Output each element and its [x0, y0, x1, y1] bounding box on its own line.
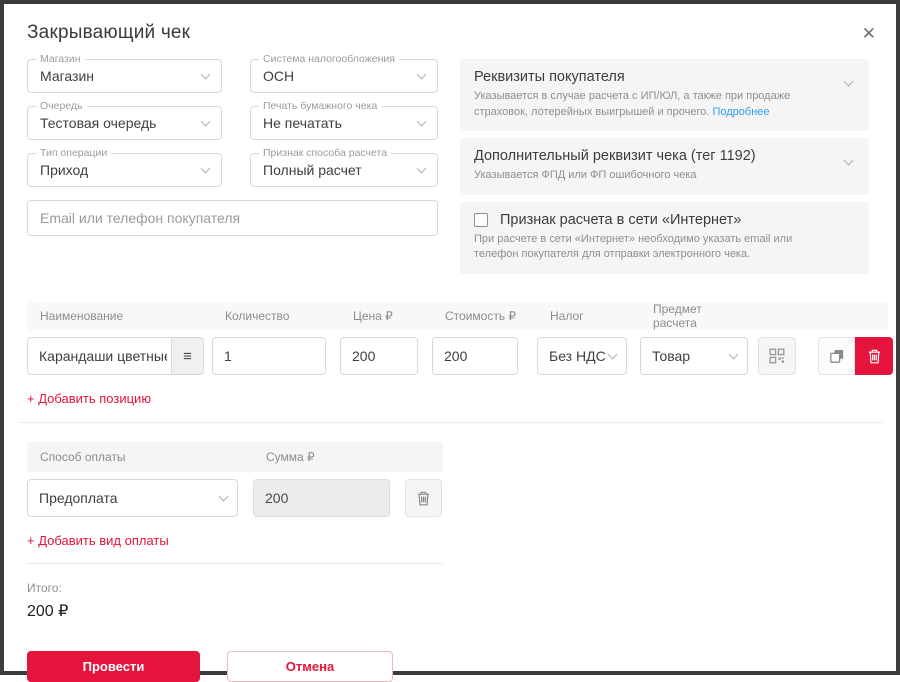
items-table: Наименование Количество Цена ₽ Стоимость… [27, 302, 888, 423]
chevron-down-icon [201, 116, 211, 126]
item-tax-select[interactable]: Без НДС [537, 337, 627, 375]
delete-payment-button[interactable] [405, 479, 442, 517]
hamburger-icon: ≡ [183, 348, 192, 365]
paper-print-select[interactable]: Печать бумажного чека Не печатать [250, 106, 438, 140]
copy-item-button[interactable] [818, 337, 855, 375]
modal-actions: Провести Отмена [27, 651, 888, 682]
operation-type-select[interactable]: Тип операции Приход [27, 153, 222, 187]
chevron-down-icon [729, 349, 739, 359]
total-label: Итого: [27, 581, 888, 595]
item-cost-input[interactable] [432, 337, 518, 375]
internet-payment-panel: Признак расчета в сети «Интернет» При ра… [460, 202, 869, 274]
queue-select[interactable]: Очередь Тестовая очередь [27, 106, 222, 140]
payment-method-value: Предоплата [39, 490, 118, 506]
queue-select-label: Очередь [36, 100, 87, 112]
add-item-link[interactable]: + Добавить позицию [27, 391, 151, 406]
chevron-down-icon [219, 491, 229, 501]
buyer-details-title: Реквизиты покупателя [474, 69, 855, 85]
payment-attribute-select[interactable]: Признак способа расчета Полный расчет [250, 153, 438, 187]
operation-type-select-label: Тип операции [36, 147, 111, 159]
internet-checkbox[interactable] [474, 213, 488, 227]
marking-code-button[interactable] [758, 337, 796, 375]
store-select[interactable]: Магазин Магазин [27, 59, 222, 93]
buyer-details-panel[interactable]: Реквизиты покупателя Указывается в случа… [460, 59, 869, 131]
queue-select-value: Тестовая очередь [40, 115, 156, 131]
internet-checkbox-description: При расчете в сети «Интернет» необходимо… [474, 232, 855, 263]
paper-print-select-value: Не печатать [263, 115, 342, 131]
divider [27, 563, 443, 564]
col-header-cost: Стоимость ₽ [432, 309, 518, 323]
payment-method-select[interactable]: Предоплата [27, 479, 238, 517]
add-payment-link[interactable]: + Добавить вид оплаты [27, 533, 169, 548]
store-select-label: Магазин [36, 53, 85, 65]
item-subject-value: Товар [652, 348, 690, 364]
total-value: 200 ₽ [27, 601, 888, 621]
submit-button[interactable]: Провести [27, 651, 200, 682]
payment-row: Предоплата [27, 479, 888, 517]
payment-attribute-select-value: Полный расчет [263, 162, 362, 178]
operation-type-select-value: Приход [40, 162, 88, 178]
chevron-down-icon [608, 349, 618, 359]
additional-attribute-description: Указывается ФПД или ФП ошибочного чека [474, 168, 855, 184]
chevron-down-icon [201, 69, 211, 79]
col-header-name: Наименование [27, 309, 205, 323]
item-price-input[interactable] [340, 337, 418, 375]
trash-icon [868, 349, 881, 364]
receipt-settings-form: Магазин Магазин Система налогообложения … [27, 59, 438, 274]
item-subject-select[interactable]: Товар [640, 337, 748, 375]
delete-item-button[interactable] [855, 337, 893, 375]
cancel-button[interactable]: Отмена [227, 651, 393, 682]
chevron-down-icon [417, 116, 427, 126]
items-table-header: Наименование Количество Цена ₽ Стоимость… [27, 302, 888, 330]
more-info-link[interactable]: Подробнее [712, 106, 769, 118]
item-tax-value: Без НДС [549, 348, 606, 364]
buyer-contact-input[interactable] [27, 200, 438, 236]
item-quantity-input[interactable] [212, 337, 326, 375]
closing-receipt-modal: { "modal": { "title": "Закрывающий чек",… [0, 0, 900, 675]
buyer-details-description: Указывается в случае расчета с ИП/ЮЛ, а … [474, 89, 855, 120]
store-select-value: Магазин [40, 68, 94, 84]
internet-checkbox-row: Признак расчета в сети «Интернет» [474, 212, 855, 228]
col-header-subject: Предмет расчета [640, 302, 748, 330]
close-icon[interactable]: ✕ [862, 25, 876, 42]
copy-icon [829, 348, 845, 364]
col-header-amount: Сумма ₽ [253, 450, 390, 464]
settings-grid: Магазин Магазин Система налогообложения … [27, 59, 438, 187]
item-name-group: ≡ [27, 337, 205, 375]
payment-amount-input[interactable] [253, 479, 390, 517]
item-name-input[interactable] [27, 337, 172, 375]
internet-checkbox-label: Признак расчета в сети «Интернет» [500, 212, 741, 228]
item-row: ≡ Без НДС Товар [27, 337, 888, 375]
modal-content: Закрывающий чек ✕ Магазин Магазин Систем… [4, 4, 896, 682]
chevron-down-icon [417, 69, 427, 79]
payment-attribute-select-label: Признак способа расчета [259, 147, 391, 159]
modal-header: Закрывающий чек ✕ [27, 22, 888, 44]
chevron-down-icon [201, 163, 211, 173]
payments-section: Способ оплаты Сумма ₽ Предоплата [27, 442, 888, 564]
additional-attribute-title: Дополнительный реквизит чека (тег 1192) [474, 148, 855, 164]
col-header-tax: Налог [537, 309, 627, 323]
item-menu-button[interactable]: ≡ [171, 337, 204, 375]
tax-system-select-label: Система налогообложения [259, 53, 399, 65]
col-header-payment-method: Способ оплаты [27, 450, 238, 464]
extra-options: Реквизиты покупателя Указывается в случа… [460, 59, 869, 274]
tax-system-select[interactable]: Система налогообложения ОСН [250, 59, 438, 93]
additional-attribute-panel[interactable]: Дополнительный реквизит чека (тег 1192) … [460, 138, 869, 195]
col-header-price: Цена ₽ [340, 309, 418, 323]
page-title: Закрывающий чек [27, 22, 190, 44]
tax-system-select-value: ОСН [263, 68, 294, 84]
item-actions [818, 337, 893, 375]
trash-icon [417, 491, 430, 506]
qr-code-icon [769, 348, 785, 364]
chevron-down-icon [417, 163, 427, 173]
total-section: Итого: 200 ₽ [27, 581, 888, 621]
payments-header: Способ оплаты Сумма ₽ [27, 442, 443, 472]
divider [19, 422, 884, 423]
col-header-quantity: Количество [212, 309, 326, 323]
paper-print-select-label: Печать бумажного чека [259, 100, 381, 112]
top-section: Магазин Магазин Система налогообложения … [27, 59, 888, 274]
